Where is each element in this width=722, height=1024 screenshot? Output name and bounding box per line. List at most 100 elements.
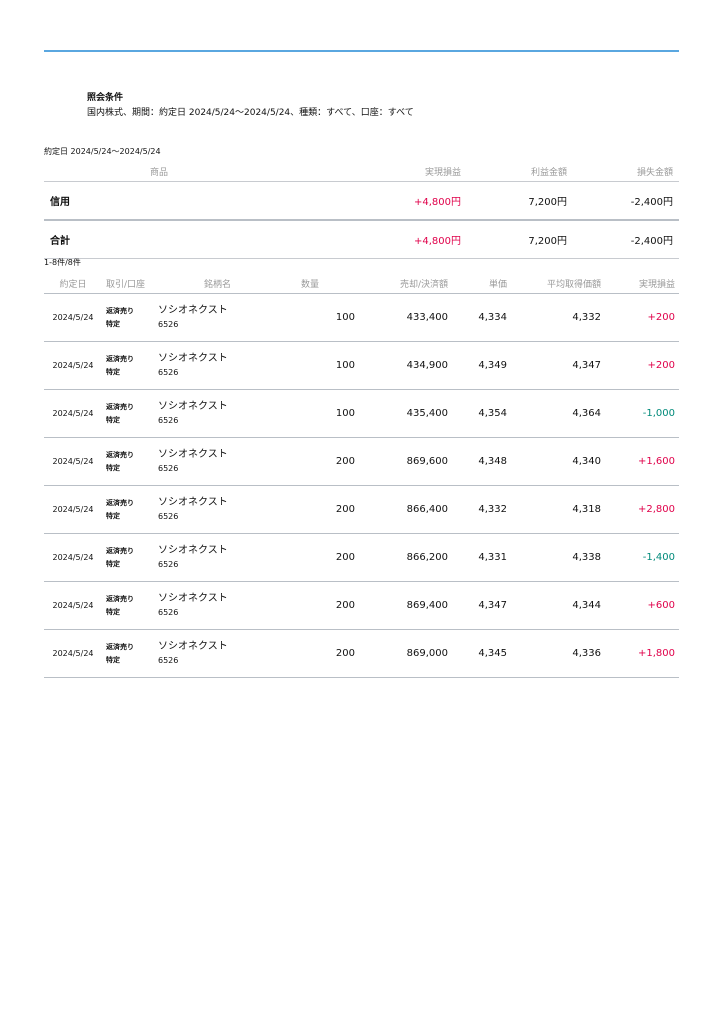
- summary-loss-value: -2,400円: [573, 181, 679, 221]
- trade-type: 返済売り: [106, 306, 134, 315]
- trade-type: 返済売り: [106, 402, 134, 411]
- trade-date: 2024/5/24: [44, 341, 102, 390]
- header-date: 約定日: [44, 273, 102, 294]
- quantity: 100: [289, 293, 359, 342]
- trade-account: 返済売り 特定: [102, 437, 154, 486]
- trade-date: 2024/5/24: [44, 293, 102, 342]
- quantity: 200: [289, 629, 359, 678]
- trade-type: 返済売り: [106, 594, 134, 603]
- account-type: 特定: [106, 655, 120, 664]
- security-code: 6526: [158, 367, 179, 377]
- account-type: 特定: [106, 559, 120, 568]
- detail-header-row: 約定日 取引/口座 銘柄名 数量 売却/決済額 単価 平均取得価額 実現損益: [44, 273, 679, 294]
- trade-date: 2024/5/24: [44, 437, 102, 486]
- security-name: ソシオネクスト: [158, 640, 228, 652]
- quantity: 100: [289, 341, 359, 390]
- security-code: 6526: [158, 607, 179, 617]
- quantity: 200: [289, 533, 359, 582]
- trade-type: 返済売り: [106, 450, 134, 459]
- sale-amount: 869,000: [359, 629, 452, 678]
- summary-realized-value: +4,800円: [274, 181, 467, 221]
- realized-pl: +200: [605, 341, 679, 390]
- avg-cost: 4,336: [527, 629, 605, 678]
- realized-pl: -1,000: [605, 389, 679, 438]
- unit-price: 4,345: [452, 629, 527, 678]
- security-code: 6526: [158, 559, 179, 569]
- avg-cost: 4,338: [527, 533, 605, 582]
- sale-amount: 433,400: [359, 293, 452, 342]
- trade-date: 2024/5/24: [44, 581, 102, 630]
- header-avg-cost: 平均取得価額: [527, 273, 605, 294]
- summary-row-total: 合計 +4,800円 7,200円 -2,400円: [44, 220, 679, 259]
- quantity: 100: [289, 389, 359, 438]
- account-type: 特定: [106, 511, 120, 520]
- conditions-title: 照会条件: [87, 93, 124, 103]
- table-row: 2024/5/24 返済売り 特定 ソシオネクスト 6526 100 435,400 4,35…: [44, 389, 679, 438]
- avg-cost: 4,347: [527, 341, 605, 390]
- trade-account: 返済売り 特定: [102, 629, 154, 678]
- unit-price: 4,349: [452, 341, 527, 390]
- unit-price: 4,354: [452, 389, 527, 438]
- security: ソシオネクスト 6526: [154, 581, 289, 630]
- unit-price: 4,348: [452, 437, 527, 486]
- unit-price: 4,347: [452, 581, 527, 630]
- sale-amount: 869,400: [359, 581, 452, 630]
- table-row: 2024/5/24 返済売り 特定 ソシオネクスト 6526 200 866,200 4,33…: [44, 533, 679, 582]
- table-row: 2024/5/24 返済売り 特定 ソシオネクスト 6526 100 434,900 4,34…: [44, 341, 679, 390]
- header-unit-price: 単価: [452, 273, 527, 294]
- summary-header-realized: 実現損益: [274, 162, 467, 182]
- conditions-text: 国内株式、期間：約定日 2024/5/24〜2024/5/24、種類：すべて、口…: [87, 108, 414, 118]
- header-divider: [44, 50, 679, 52]
- security: ソシオネクスト 6526: [154, 437, 289, 486]
- summary-row-margin: 信用 +4,800円 7,200円 -2,400円: [44, 181, 679, 221]
- realized-pl: +1,800: [605, 629, 679, 678]
- trade-date: 2024/5/24: [44, 629, 102, 678]
- realized-pl: +1,600: [605, 437, 679, 486]
- table-row: 2024/5/24 返済売り 特定 ソシオネクスト 6526 200 869,600 4,34…: [44, 437, 679, 486]
- security: ソシオネクスト 6526: [154, 341, 289, 390]
- security: ソシオネクスト 6526: [154, 629, 289, 678]
- security-code: 6526: [158, 463, 179, 473]
- realized-pl: -1,400: [605, 533, 679, 582]
- quantity: 200: [289, 437, 359, 486]
- security-name: ソシオネクスト: [158, 448, 228, 460]
- security-code: 6526: [158, 319, 179, 329]
- table-row: 2024/5/24 返済売り 特定 ソシオネクスト 6526 200 866,400 4,33…: [44, 485, 679, 534]
- realized-pl: +200: [605, 293, 679, 342]
- trade-type: 返済売り: [106, 354, 134, 363]
- unit-price: 4,334: [452, 293, 527, 342]
- trade-type: 返済売り: [106, 546, 134, 555]
- summary-header-row: 商品 実現損益 利益金額 損失金額: [44, 162, 679, 182]
- trade-account: 返済売り 特定: [102, 341, 154, 390]
- summary-header-profit: 利益金額: [467, 162, 573, 182]
- header-trade-account: 取引/口座: [102, 273, 154, 294]
- trade-account: 返済売り 特定: [102, 533, 154, 582]
- sale-amount: 435,400: [359, 389, 452, 438]
- security: ソシオネクスト 6526: [154, 293, 289, 342]
- security: ソシオネクスト 6526: [154, 485, 289, 534]
- account-type: 特定: [106, 415, 120, 424]
- table-row: 2024/5/24 返済売り 特定 ソシオネクスト 6526 200 869,400 4,34…: [44, 581, 679, 630]
- avg-cost: 4,344: [527, 581, 605, 630]
- sale-amount: 866,200: [359, 533, 452, 582]
- security-name: ソシオネクスト: [158, 352, 228, 364]
- header-quantity: 数量: [289, 273, 359, 294]
- security-name: ソシオネクスト: [158, 304, 228, 316]
- security-code: 6526: [158, 511, 179, 521]
- summary-row-label: 合計: [44, 220, 274, 259]
- summary-loss-value: -2,400円: [573, 220, 679, 259]
- security-code: 6526: [158, 415, 179, 425]
- summary-table: 商品 実現損益 利益金額 損失金額 信用 +4,800円 7,200円 -2,4…: [44, 162, 679, 259]
- security-name: ソシオネクスト: [158, 592, 228, 604]
- trade-type: 返済売り: [106, 498, 134, 507]
- sale-amount: 869,600: [359, 437, 452, 486]
- account-type: 特定: [106, 319, 120, 328]
- header-realized-pl: 実現損益: [605, 273, 679, 294]
- summary-header-loss: 損失金額: [573, 162, 679, 182]
- header-sale-amount: 売却/決済額: [359, 273, 452, 294]
- period-label: 約定日 2024/5/24〜2024/5/24: [44, 147, 161, 156]
- summary-realized-value: +4,800円: [274, 220, 467, 259]
- security-code: 6526: [158, 655, 179, 665]
- quantity: 200: [289, 485, 359, 534]
- realized-pl: +2,800: [605, 485, 679, 534]
